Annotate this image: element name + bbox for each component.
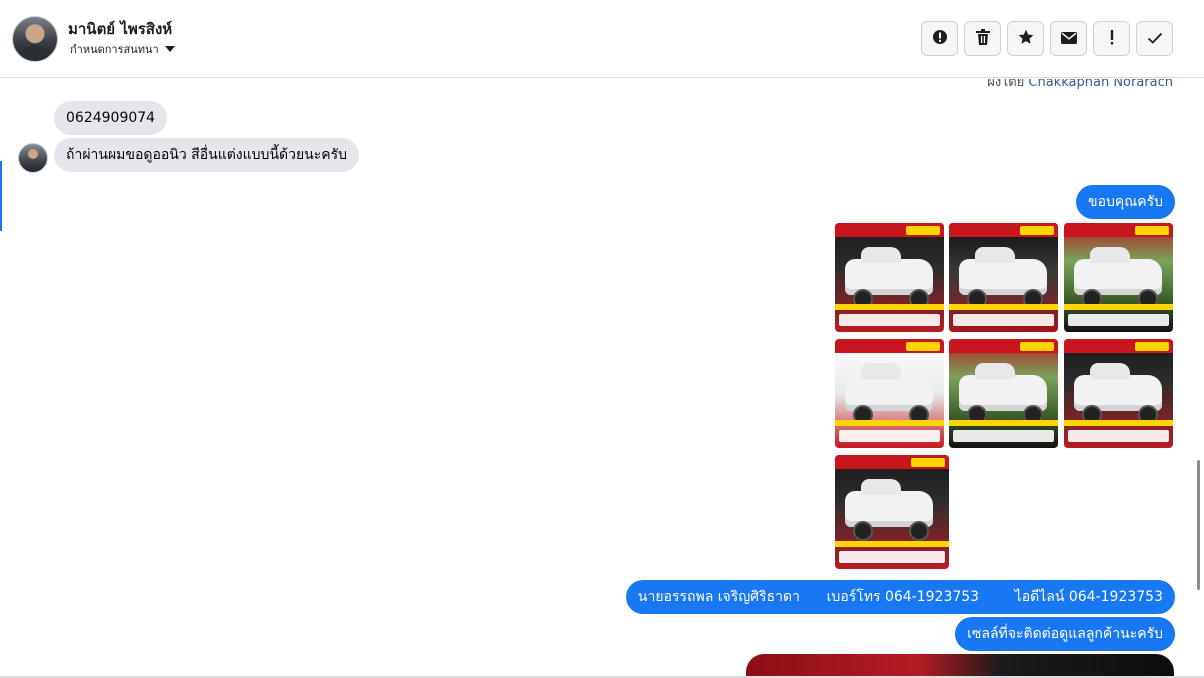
car-photo-thumbnail[interactable] <box>1064 223 1173 332</box>
car-photo-thumbnail[interactable] <box>835 455 949 569</box>
contact-name[interactable]: มานิตย์ ไพรสิงห์ <box>68 17 172 41</box>
car-photo-thumbnail[interactable] <box>835 339 944 448</box>
selection-indicator <box>0 161 2 231</box>
caret-down-icon <box>164 46 175 52</box>
alert-circle-icon <box>932 29 948 49</box>
car-photo-thumbnail[interactable] <box>835 223 944 332</box>
assign-label: กำหนดการสนทนา <box>70 43 159 56</box>
mark-done-button[interactable] <box>1136 21 1173 56</box>
conversation-header: มานิตย์ ไพรสิงห์ กำหนดการสนทนา <box>0 0 1204 78</box>
incoming-message[interactable]: ถ้าผ่านผมขอดูออนิว สีอื่นแต่งแบบนี้ด้วยน… <box>54 138 360 172</box>
message-thread[interactable]: ผ่งโดย Chakkaphan Norarach 0624909074 ถ้… <box>0 79 1204 678</box>
exclamation-icon <box>1109 29 1115 49</box>
outgoing-message[interactable]: เซลล์ที่จะติดต่อดูแลลูกค้านะครับ <box>955 617 1175 651</box>
contact-avatar[interactable] <box>12 16 58 62</box>
incoming-message[interactable]: 0624909074 <box>54 101 168 135</box>
assign-conversation-dropdown[interactable]: กำหนดการสนทนา <box>70 40 175 58</box>
credit-name-link[interactable]: Chakkaphan Norarach <box>1028 79 1173 90</box>
car-photo-thumbnail[interactable] <box>1064 339 1173 448</box>
delete-button[interactable] <box>964 21 1001 56</box>
attachment-preview[interactable] <box>746 654 1174 678</box>
report-spam-button[interactable] <box>921 21 958 56</box>
outgoing-message[interactable]: ขอบคุณครับ <box>1076 185 1175 219</box>
contact-details-text: นายอรรถพล เจริญศิริธาดา เบอร์โทร 064-192… <box>637 589 1163 605</box>
mark-important-button[interactable] <box>1093 21 1130 56</box>
car-photo-thumbnail[interactable] <box>949 223 1058 332</box>
envelope-icon <box>1060 29 1077 48</box>
car-photo-thumbnail[interactable] <box>949 339 1058 448</box>
conversation-toolbar <box>921 21 1173 56</box>
mark-unread-button[interactable] <box>1050 21 1087 56</box>
chat-scrollbar[interactable] <box>1197 460 1200 590</box>
star-icon <box>1018 29 1034 49</box>
checkmark-icon <box>1147 29 1163 48</box>
outgoing-message[interactable]: นายอรรถพล เจริญศิริธาดา เบอร์โทร 064-192… <box>625 580 1175 614</box>
credit-prefix: ผ่งโดย <box>987 79 1025 90</box>
sender-avatar <box>18 143 48 173</box>
photo-credit: ผ่งโดย Chakkaphan Norarach <box>987 79 1173 92</box>
star-button[interactable] <box>1007 21 1044 56</box>
trash-icon <box>975 28 990 49</box>
